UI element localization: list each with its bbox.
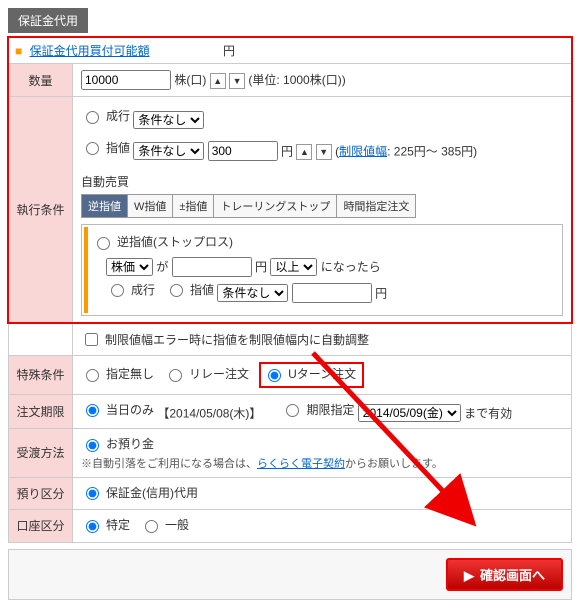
qty-label: 数量 bbox=[9, 64, 73, 97]
sub-market-radio[interactable] bbox=[111, 284, 124, 297]
sub-limit-unit: 円 bbox=[375, 286, 387, 300]
limit-unit: 円 bbox=[281, 144, 293, 158]
account-specific-radio[interactable] bbox=[86, 520, 99, 533]
trigger-cond-select[interactable]: 以上 bbox=[270, 258, 317, 276]
sub-limit-radio[interactable] bbox=[170, 284, 183, 297]
qty-down-button[interactable]: ▼ bbox=[229, 73, 245, 89]
confirm-button[interactable]: ▶ 確認画面へ bbox=[446, 558, 563, 591]
delivery-note-pre: ※自動引落をご利用になる場合は、 bbox=[81, 458, 257, 470]
auto-adjust-checkbox[interactable] bbox=[85, 333, 98, 346]
today-radio[interactable] bbox=[86, 404, 99, 417]
limit-down-button[interactable]: ▼ bbox=[316, 144, 332, 160]
qty-up-button[interactable]: ▲ bbox=[210, 73, 226, 89]
account-class-label: 口座区分 bbox=[9, 510, 73, 543]
limit-cond-select[interactable]: 条件なし bbox=[133, 142, 204, 160]
tab-stop[interactable]: 逆指値 bbox=[82, 195, 128, 217]
margin-collateral-text: 保証金(信用)代用 bbox=[106, 484, 198, 501]
tab-trailing[interactable]: トレーリングストップ bbox=[214, 195, 337, 217]
limit-up-button[interactable]: ▲ bbox=[296, 144, 312, 160]
deposit-text: お預り金 bbox=[106, 435, 154, 452]
tab-w-limit[interactable]: W指値 bbox=[128, 195, 173, 217]
sub-limit-label: 指値 bbox=[190, 281, 214, 298]
econtract-link[interactable]: らくらく電子契約 bbox=[257, 458, 345, 470]
period-label: 注文期限 bbox=[9, 394, 73, 429]
buying-power-row: ■ 保証金代用買付可能額 円 bbox=[8, 37, 572, 63]
section-title: 保証金代用 bbox=[8, 8, 88, 33]
deposit-label[interactable]: お預り金 bbox=[81, 435, 154, 452]
deposit-radio[interactable] bbox=[86, 439, 99, 452]
limit-radio[interactable] bbox=[86, 142, 99, 155]
expire-radio[interactable] bbox=[286, 404, 299, 417]
market-label: 成行 bbox=[106, 107, 130, 124]
account-general-radio[interactable] bbox=[145, 520, 158, 533]
sub-limit-cond-select[interactable]: 条件なし bbox=[217, 284, 288, 302]
trigger-unit: 円 bbox=[255, 260, 267, 274]
limit-radio-label[interactable]: 指値 bbox=[81, 139, 130, 156]
trigger-price-input[interactable] bbox=[172, 257, 252, 277]
auto-trade-header: 自動売買 bbox=[81, 173, 563, 190]
margin-collateral-label[interactable]: 保証金(信用)代用 bbox=[81, 484, 198, 501]
market-cond-select[interactable]: 条件なし bbox=[133, 111, 204, 129]
buying-power-link[interactable]: 保証金代用買付可能額 bbox=[30, 44, 150, 58]
margin-collateral-radio[interactable] bbox=[86, 487, 99, 500]
auto-adjust-text: 制限値幅エラー時に指値を制限値幅内に自動調整 bbox=[105, 331, 369, 348]
delivery-note-post: からお願いします。 bbox=[345, 458, 443, 470]
expire-trail: まで有効 bbox=[464, 406, 512, 420]
special-uturn-text: Uターン注文 bbox=[288, 365, 356, 382]
delivery-label: 受渡方法 bbox=[9, 429, 73, 478]
trigger-trail: になったら bbox=[321, 260, 381, 274]
limit-label: 指値 bbox=[106, 139, 130, 156]
special-none-radio[interactable] bbox=[86, 369, 99, 382]
account-general-text: 一般 bbox=[165, 516, 189, 533]
today-value: 【2014/05/08(木)】 bbox=[157, 406, 261, 420]
expire-date-select[interactable]: 2014/05/09(金) bbox=[358, 404, 461, 422]
stoploss-radio-label[interactable]: 逆指値(ストップロス) bbox=[92, 233, 233, 250]
buying-power-unit: 円 bbox=[223, 44, 235, 58]
price-type-select[interactable]: 株価 bbox=[106, 258, 153, 276]
market-radio[interactable] bbox=[86, 111, 99, 124]
special-uturn-label[interactable]: Uターン注文 bbox=[263, 365, 356, 382]
expire-label[interactable]: 期限指定 bbox=[281, 401, 354, 418]
qty-unit: 株(口) bbox=[174, 73, 206, 87]
special-relay-text: リレー注文 bbox=[189, 365, 249, 382]
auto-trade-tabs: 逆指値 W指値 ±指値 トレーリングストップ 時間指定注文 bbox=[81, 194, 416, 218]
auto-adjust-checkbox-label[interactable]: 制限値幅エラー時に指値を制限値幅内に自動調整 bbox=[81, 330, 369, 349]
expire-text: 期限指定 bbox=[306, 401, 354, 418]
account-specific-text: 特定 bbox=[106, 516, 130, 533]
account-specific-label[interactable]: 特定 bbox=[81, 516, 130, 533]
today-text: 当日のみ bbox=[106, 401, 154, 418]
bullet-icon: ■ bbox=[15, 44, 22, 58]
sub-limit-price-input[interactable] bbox=[292, 283, 372, 303]
sub-market-radio-label[interactable]: 成行 bbox=[106, 281, 155, 298]
confirm-label: 確認画面へ bbox=[480, 568, 545, 583]
special-none-label[interactable]: 指定無し bbox=[81, 365, 154, 382]
tab-pm-limit[interactable]: ±指値 bbox=[173, 195, 214, 217]
market-radio-label[interactable]: 成行 bbox=[81, 107, 130, 124]
special-none-text: 指定無し bbox=[106, 365, 154, 382]
special-label: 特殊条件 bbox=[9, 356, 73, 395]
sub-market-label: 成行 bbox=[131, 281, 155, 298]
play-icon: ▶ bbox=[464, 568, 474, 583]
account-general-label[interactable]: 一般 bbox=[140, 516, 189, 533]
limit-range-text: : 225円～ 385円 bbox=[387, 144, 473, 158]
exec-label: 執行条件 bbox=[9, 97, 73, 323]
sub-limit-radio-label[interactable]: 指値 bbox=[165, 281, 214, 298]
qty-input[interactable] bbox=[81, 70, 171, 90]
stoploss-title: 逆指値(ストップロス) bbox=[117, 233, 233, 250]
special-relay-label[interactable]: リレー注文 bbox=[164, 365, 249, 382]
ga-text: が bbox=[156, 260, 168, 274]
stoploss-radio[interactable] bbox=[97, 237, 110, 250]
limit-range-link[interactable]: 制限値幅 bbox=[339, 144, 387, 158]
special-uturn-radio[interactable] bbox=[268, 369, 281, 382]
limit-price-input[interactable] bbox=[208, 141, 278, 161]
special-relay-radio[interactable] bbox=[169, 369, 182, 382]
tab-timed[interactable]: 時間指定注文 bbox=[337, 195, 415, 217]
today-label[interactable]: 当日のみ bbox=[81, 401, 154, 418]
deposit-class-label: 預り区分 bbox=[9, 477, 73, 510]
qty-unit-note: (単位: 1000株(口)) bbox=[248, 73, 345, 87]
